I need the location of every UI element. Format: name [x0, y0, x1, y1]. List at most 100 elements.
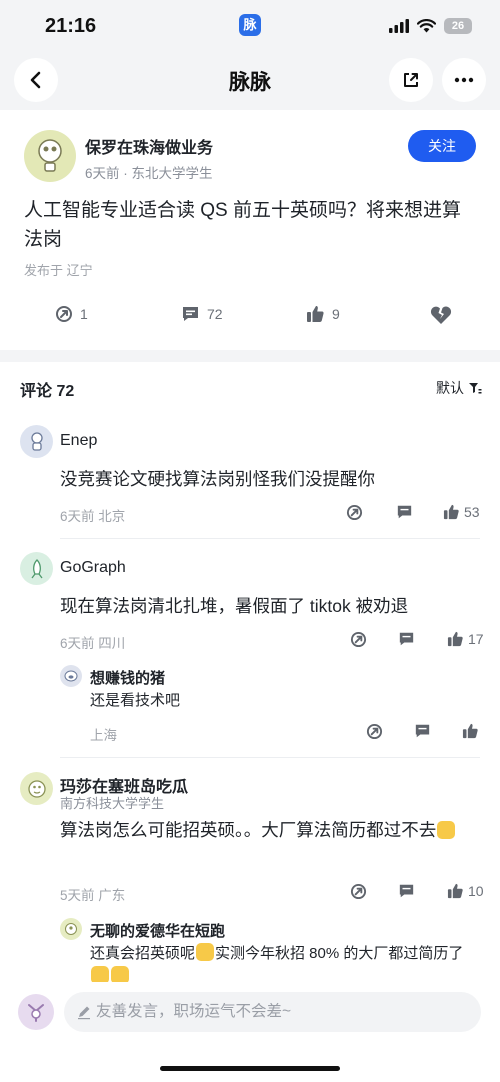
thumbs-up-icon — [307, 306, 324, 322]
reply-actions — [0, 723, 500, 745]
post-text: 人工智能专业适合读 QS 前五十英硕吗？将来想进算法岗 — [24, 200, 462, 250]
comment-author[interactable]: Enep — [60, 432, 97, 450]
share-button[interactable] — [389, 58, 433, 102]
like-count: 9 — [332, 306, 340, 322]
like-action[interactable]: 9 — [306, 305, 340, 323]
comment-author-subtitle: 南方科技大学学生 — [60, 796, 165, 811]
status-time: 21:16 — [45, 15, 97, 37]
sort-icon — [469, 382, 482, 393]
comment-text: 算法岗怎么可能招英硕。。大厂算法简历都过不去 — [60, 816, 480, 845]
avatar[interactable] — [60, 918, 82, 940]
repost-icon — [56, 306, 72, 322]
avatar[interactable] — [18, 994, 54, 1030]
comment-input[interactable] — [64, 992, 481, 1032]
repost-action[interactable] — [350, 631, 367, 648]
like-count: 10 — [468, 883, 484, 899]
nav-bar: 脉脉 — [0, 52, 500, 110]
repost-count: 1 — [80, 306, 88, 322]
reply-text-content: 还真会招英硕呢 — [90, 945, 196, 962]
repost-icon — [366, 723, 383, 740]
comment-item: Enep 没竞赛论文硬找算法岗别怪我们没提醒你 6天前 北京 53 — [0, 425, 500, 535]
emoji-icon — [111, 966, 129, 982]
repost-action[interactable] — [366, 723, 383, 740]
comment-icon — [415, 724, 430, 738]
reply-item: 想赚钱的猪 还是看技术吧 上海 — [0, 665, 500, 743]
thumbs-up-icon — [447, 631, 463, 647]
thumbs-up-icon — [462, 723, 478, 739]
like-action[interactable]: 10 — [447, 883, 484, 899]
reply-action[interactable] — [396, 504, 413, 520]
avatar[interactable] — [24, 130, 76, 182]
divider — [60, 757, 480, 758]
comment-author[interactable]: GoGraph — [60, 559, 126, 577]
repost-icon — [350, 883, 367, 900]
comment-actions: 10 — [0, 883, 500, 905]
like-action[interactable]: 17 — [447, 631, 484, 647]
comment-input-bar — [0, 982, 500, 1082]
comment-actions: 53 — [0, 504, 500, 526]
comment-item: 玛莎在塞班岛吃瓜 南方科技大学学生 算法岗怎么可能招英硕。。大厂算法简历都过不去… — [0, 772, 500, 982]
reply-action[interactable] — [398, 883, 415, 899]
comment-text: 没竞赛论文硬找算法岗别怪我们没提醒你 — [60, 469, 375, 489]
comment-icon — [399, 884, 414, 898]
post-card: 保罗在珠海做业务 6天前 · 东北大学学生 关注 人工智能专业适合读 QS 前五… — [0, 110, 500, 350]
repost-action[interactable] — [350, 883, 367, 900]
comment-text-content: 算法岗怎么可能招英硕。。大厂算法简历都过不去 — [60, 820, 437, 840]
chef-avatar-icon — [30, 431, 43, 451]
home-indicator — [160, 1066, 340, 1071]
avatar[interactable] — [20, 425, 53, 458]
follow-button[interactable]: 关注 — [408, 130, 476, 162]
comment-action[interactable]: 72 — [181, 305, 223, 323]
post-actions: 1 72 9 — [0, 305, 500, 337]
runner-avatar-icon — [65, 923, 77, 935]
divider — [60, 538, 480, 539]
more-icon — [454, 77, 474, 83]
app-badge-icon: 脉 — [239, 14, 261, 36]
comments-section: 评论 72 默认 Enep 没竞赛论文硬找算法岗别怪我们没提醒你 6天前 北京 … — [0, 362, 500, 982]
comment-count: 72 — [207, 306, 223, 322]
reply-action[interactable] — [414, 723, 431, 739]
emoji-icon — [196, 943, 215, 961]
reply-item: 无聊的爱德华在短跑 还真会招英硕呢 实测今年秋招 80% 的大厂都过简历了 — [0, 918, 500, 982]
like-count: 17 — [468, 631, 484, 647]
post-location: 发布于 辽宁 — [24, 263, 93, 278]
comment-item: GoGraph 现在算法岗清北扎堆，暑假面了 tiktok 被劝退 6天前 四川… — [0, 552, 500, 752]
reply-action[interactable] — [398, 631, 415, 647]
share-icon — [404, 73, 418, 87]
post-meta: 6天前 · 东北大学学生 — [85, 166, 213, 181]
sort-dropdown[interactable]: 默认 — [436, 378, 482, 398]
system-icons: 26 — [389, 18, 472, 34]
comment-icon — [397, 505, 412, 519]
signal-icon — [389, 19, 409, 33]
emoji-icon — [91, 966, 109, 982]
reply-text-content-2: 实测今年秋招 80% 的大厂都过简历了 — [215, 945, 464, 962]
more-button[interactable] — [442, 58, 486, 102]
rocket-avatar-icon — [30, 558, 43, 578]
dislike-action[interactable] — [430, 305, 452, 325]
broken-heart-icon — [430, 306, 452, 324]
pencil-icon — [78, 1006, 90, 1020]
thumbs-up-icon — [443, 504, 459, 520]
battery-icon: 26 — [444, 18, 472, 34]
robot-avatar-icon — [38, 139, 62, 172]
comment-actions: 17 — [0, 631, 500, 653]
emoji-icon — [437, 821, 456, 839]
comment-text: 现在算法岗清北扎堆，暑假面了 tiktok 被劝退 — [60, 596, 409, 616]
comments-header: 评论 72 — [20, 383, 75, 400]
post-author-name[interactable]: 保罗在珠海做业务 — [85, 134, 213, 158]
repost-action[interactable] — [346, 504, 363, 521]
repost-icon — [350, 631, 367, 648]
repost-action[interactable]: 1 — [55, 305, 88, 323]
avatar[interactable] — [20, 552, 53, 585]
reply-author[interactable]: 无聊的爱德华在短跑 — [90, 920, 225, 941]
reply-author[interactable]: 想赚钱的猪 — [90, 667, 165, 688]
thumbs-up-icon — [447, 883, 463, 899]
pig-avatar-icon — [64, 670, 78, 682]
like-action[interactable]: 53 — [443, 504, 480, 520]
like-count: 53 — [464, 504, 480, 520]
avatar[interactable] — [60, 665, 82, 687]
like-action[interactable] — [462, 723, 479, 739]
avatar[interactable] — [20, 772, 53, 805]
wifi-icon — [417, 19, 436, 33]
user-avatar-icon — [28, 1004, 44, 1022]
